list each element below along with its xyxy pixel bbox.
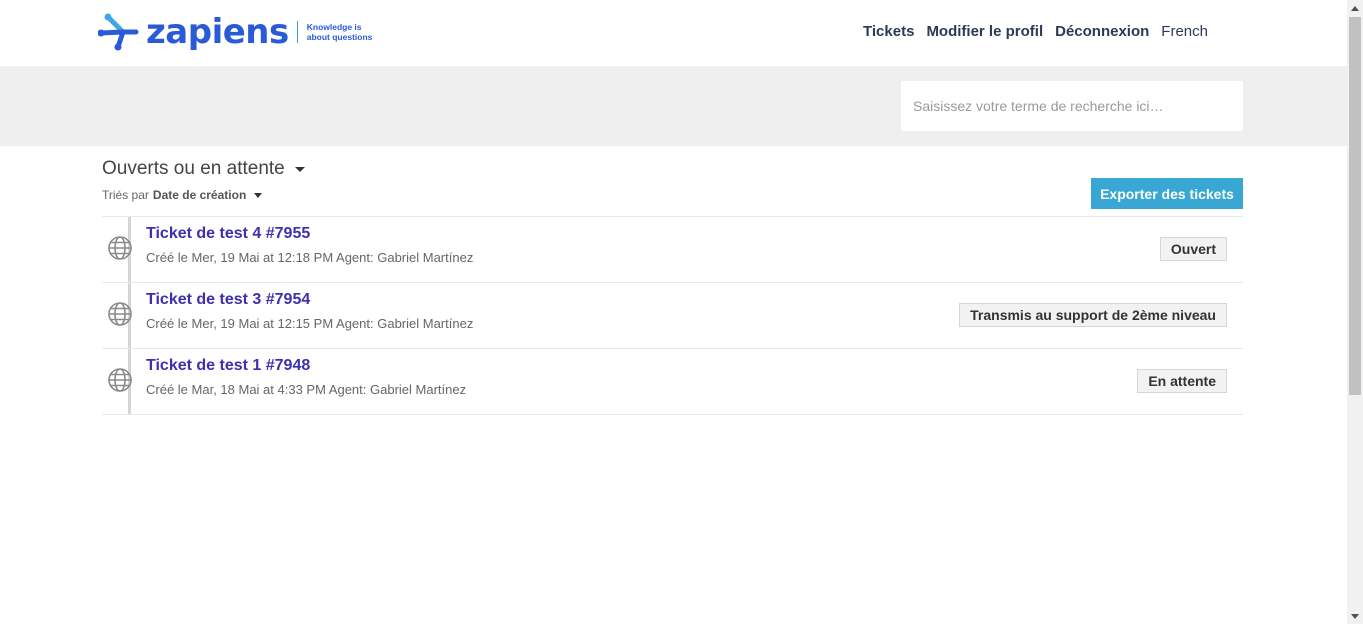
header: zapiens Knowledge is about questions Tic…	[0, 0, 1347, 66]
ticket-meta: Créé le Mer, 19 Mai at 12:15 PM Agent: G…	[146, 316, 474, 331]
ticket-row[interactable]: Ticket de test 3 #7954 Créé le Mer, 19 M…	[102, 282, 1243, 348]
status-filter-dropdown[interactable]: Ouverts ou en attente	[102, 158, 305, 180]
globe-icon	[108, 368, 132, 392]
search-band	[0, 66, 1347, 146]
zapiens-logo-icon	[98, 13, 139, 51]
top-nav: Tickets Modifier le profil Déconnexion F…	[863, 20, 1208, 42]
scroll-thumb[interactable]	[1349, 17, 1361, 395]
status-badge: Ouvert	[1159, 237, 1227, 261]
status-filter-label: Ouverts ou en attente	[102, 158, 285, 179]
ticket-meta: Créé le Mar, 18 Mai at 4:33 PM Agent: Ga…	[146, 382, 467, 397]
arrow-down-icon	[1351, 613, 1359, 619]
brand-tagline: Knowledge is about questions	[307, 22, 373, 42]
status-badge: Transmis au support de 2ème niveau	[959, 303, 1227, 327]
globe-icon	[108, 236, 132, 260]
status-badge: En attente	[1137, 369, 1227, 393]
ticket-row[interactable]: Ticket de test 1 #7948 Créé le Mar, 18 M…	[102, 348, 1243, 415]
ticket-list: Ticket de test 4 #7955 Créé le Mer, 19 M…	[102, 216, 1243, 415]
brand-tagline-line1: Knowledge is	[306, 22, 362, 32]
scroll-up-button[interactable]	[1347, 0, 1363, 16]
nav-edit-profile-link[interactable]: Modifier le profil	[926, 23, 1043, 40]
page: zapiens Knowledge is about questions Tic…	[0, 0, 1347, 624]
ticket-meta: Créé le Mer, 19 Mai at 12:18 PM Agent: G…	[146, 250, 474, 265]
search-input[interactable]	[901, 81, 1243, 131]
sort-control: Triés par Date de création	[102, 188, 263, 202]
brand-logo[interactable]: zapiens Knowledge is about questions	[98, 10, 372, 54]
scroll-down-button[interactable]	[1347, 608, 1363, 624]
arrow-up-icon	[1351, 5, 1359, 11]
language-selector[interactable]: French	[1161, 23, 1208, 40]
nav-logout-link[interactable]: Déconnexion	[1055, 23, 1149, 40]
globe-icon	[108, 302, 132, 326]
caret-down-icon[interactable]	[254, 192, 263, 198]
ticket-title-link[interactable]: Ticket de test 4 #7955	[146, 225, 310, 243]
brand-name: zapiens	[146, 12, 289, 52]
brand-tagline-line2: about questions	[306, 32, 373, 42]
caret-down-icon	[294, 166, 305, 172]
brand-separator	[296, 21, 298, 43]
nav-tickets-link[interactable]: Tickets	[863, 23, 914, 40]
sort-field-dropdown[interactable]: Date de création	[153, 188, 246, 202]
export-tickets-button[interactable]: Exporter des tickets	[1091, 178, 1243, 209]
vertical-scrollbar[interactable]	[1347, 0, 1363, 624]
ticket-title-link[interactable]: Ticket de test 1 #7948	[146, 357, 310, 375]
ticket-row[interactable]: Ticket de test 4 #7955 Créé le Mer, 19 M…	[102, 216, 1243, 282]
ticket-title-link[interactable]: Ticket de test 3 #7954	[146, 291, 310, 309]
sort-prefix: Triés par	[102, 188, 149, 202]
